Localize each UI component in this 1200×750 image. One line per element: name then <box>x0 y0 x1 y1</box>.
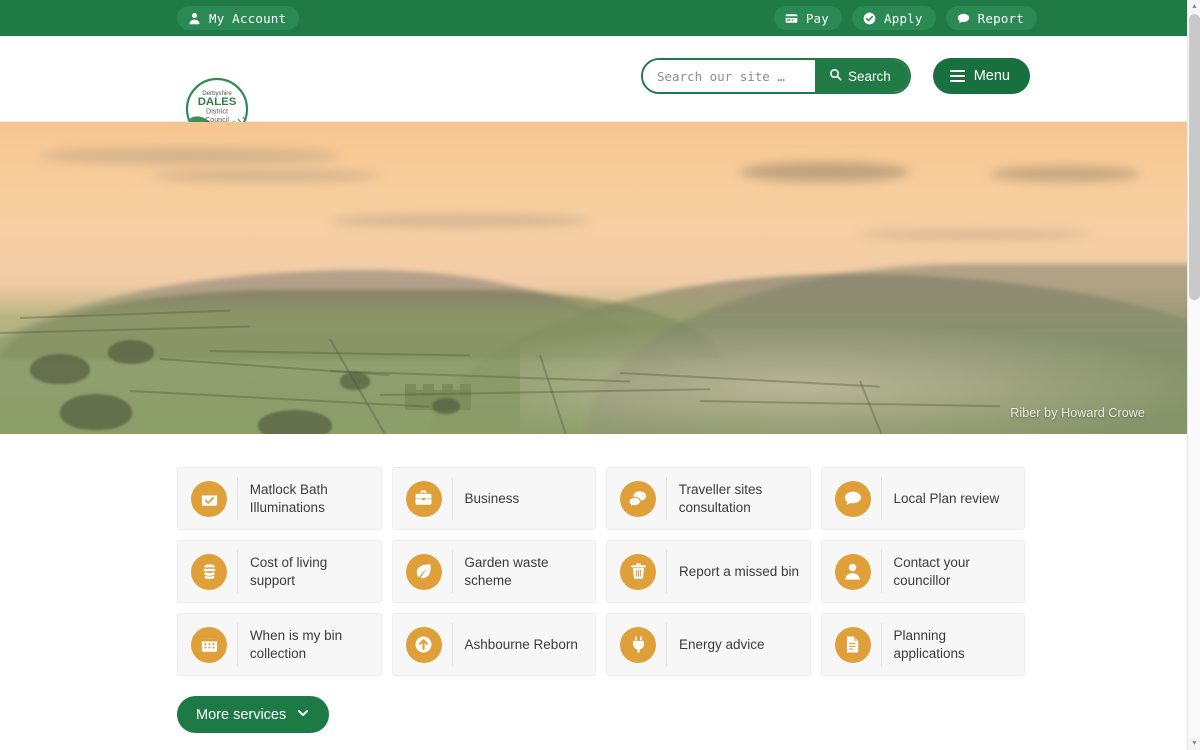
site-search: Search <box>640 58 911 94</box>
service-tile-label: Business <box>464 490 520 506</box>
hedgerow <box>30 354 90 384</box>
cloud <box>150 170 380 182</box>
search-button[interactable]: Search <box>814 60 909 92</box>
user-icon <box>188 12 201 25</box>
service-tile-label: Traveller sites consultation <box>678 481 763 515</box>
service-tile-label: Ashbourne Reborn <box>464 636 578 652</box>
chat-icon <box>957 12 970 25</box>
utility-bar-right: Pay Apply Report <box>773 6 1037 30</box>
report-label: Report <box>977 10 1024 26</box>
pay-button[interactable]: Pay <box>773 6 842 30</box>
utility-bar-left: My Account <box>177 6 300 30</box>
utility-bar: My Account Pay Apply Report <box>0 0 1187 36</box>
scroll-down-arrow[interactable]: ▼ <box>1188 737 1200 750</box>
services-grid: Matlock Bath Illuminations Business Trav… <box>177 467 1025 676</box>
service-tile-label: Planning applications <box>893 627 965 661</box>
arrow-up-circle-icon <box>405 626 442 663</box>
calendar-check-icon <box>191 480 227 517</box>
calendar-icon <box>191 626 227 663</box>
service-tile-energy-advice[interactable]: Energy advice <box>606 613 811 676</box>
page-scrollbar[interactable]: ▲ ▼ <box>1187 0 1200 750</box>
search-button-label: Search <box>847 68 891 84</box>
coins-icon <box>191 553 227 590</box>
cloud <box>40 148 340 164</box>
service-tile-label: Garden waste scheme <box>464 554 549 588</box>
service-tile-contact-your-councillor[interactable]: Contact your councillor <box>820 540 1025 603</box>
briefcase-icon <box>405 480 442 517</box>
apply-label: Apply <box>884 10 923 26</box>
trash-icon <box>620 553 656 590</box>
service-tile-matlock-bath-illuminations[interactable]: Matlock Bath Illuminations <box>177 467 382 530</box>
menu-button-label: Menu <box>973 68 1010 84</box>
hedgerow <box>432 398 460 414</box>
hedgerow <box>108 340 154 364</box>
user-icon <box>834 553 871 590</box>
hamburger-icon <box>949 67 965 85</box>
service-tile-ashbourne-reborn[interactable]: Ashbourne Reborn <box>391 613 596 676</box>
service-tile-planning-applications[interactable]: Planning applications <box>820 613 1025 676</box>
page-root: My Account Pay Apply Report Derbyshire D… <box>0 0 1200 750</box>
service-tile-label: Report a missed bin <box>679 563 800 579</box>
service-tile-label: Energy advice <box>679 636 765 652</box>
card-icon <box>785 12 798 25</box>
service-tile-label: Local Plan review <box>893 490 1000 506</box>
search-icon <box>829 68 842 84</box>
cloud <box>740 162 910 182</box>
plug-icon <box>620 626 656 663</box>
services-section: Matlock Bath Illuminations Business Trav… <box>0 434 1187 733</box>
hero-banner: Riber by Howard Crowe <box>0 122 1187 434</box>
scroll-up-arrow[interactable]: ▲ <box>1188 0 1200 13</box>
hero-photo-credit: Riber by Howard Crowe <box>1010 406 1145 420</box>
browser-viewport: My Account Pay Apply Report Derbyshire D… <box>0 0 1187 750</box>
document-icon <box>834 626 871 663</box>
service-tile-local-plan-review[interactable]: Local Plan review <box>820 467 1025 530</box>
service-tile-label: Matlock Bath Illuminations <box>249 481 328 515</box>
service-tile-cost-of-living-support[interactable]: Cost of living support <box>177 540 382 603</box>
apply-button[interactable]: Apply <box>852 6 936 30</box>
search-input[interactable] <box>642 60 815 92</box>
cloud <box>990 166 1140 182</box>
my-account-button[interactable]: My Account <box>177 6 300 30</box>
cloud <box>330 214 590 227</box>
service-tile-when-is-my-bin-collection[interactable]: When is my bin collection <box>177 613 382 676</box>
service-tile-label: Cost of living support <box>249 554 328 588</box>
hedgerow <box>340 372 370 390</box>
service-tile-report-a-missed-bin[interactable]: Report a missed bin <box>606 540 811 603</box>
cloud <box>860 230 1090 239</box>
site-header: Derbyshire DALES District Council Search… <box>0 36 1187 141</box>
hedgerow <box>60 394 132 430</box>
service-tile-business[interactable]: Business <box>391 467 596 530</box>
more-services-button[interactable]: More services <box>177 696 330 733</box>
service-tile-label: Contact your councillor <box>893 554 970 588</box>
report-button[interactable]: Report <box>945 6 1037 30</box>
service-tile-traveller-sites-consultation[interactable]: Traveller sites consultation <box>606 467 811 530</box>
chat-double-icon <box>620 480 656 517</box>
chevron-down-icon <box>296 706 310 724</box>
service-tile-garden-waste-scheme[interactable]: Garden waste scheme <box>391 540 596 603</box>
hedgerow <box>258 410 332 434</box>
check-circle-icon <box>863 12 876 25</box>
more-services-label: More services <box>196 706 287 723</box>
menu-button[interactable]: Menu <box>932 58 1030 94</box>
scrollbar-thumb[interactable] <box>1189 14 1200 300</box>
chat-icon <box>834 480 871 517</box>
header-actions: Search Menu <box>640 58 1030 94</box>
pay-label: Pay <box>805 10 829 26</box>
my-account-label: My Account <box>209 10 287 26</box>
service-tile-label: When is my bin collection <box>249 627 343 661</box>
leaf-icon <box>405 553 442 590</box>
